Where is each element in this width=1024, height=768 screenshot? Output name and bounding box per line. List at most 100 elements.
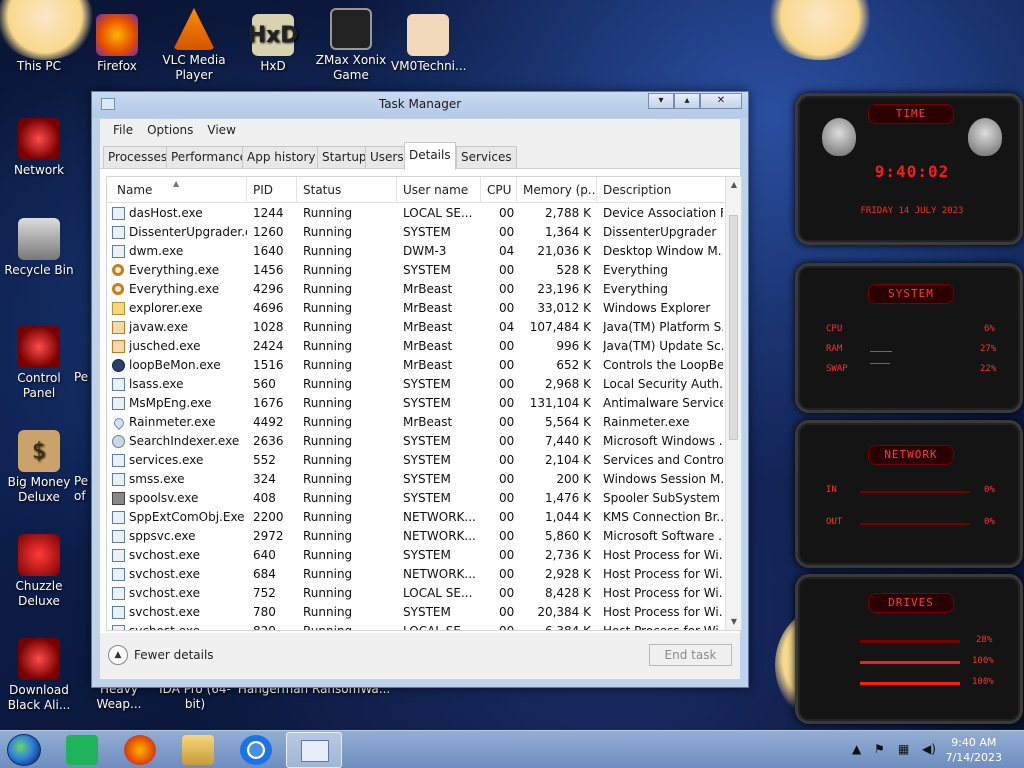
tab-details[interactable]: Details bbox=[404, 142, 456, 170]
ram-value: 27% bbox=[980, 344, 997, 354]
scroll-up-icon[interactable]: ▲ bbox=[726, 177, 741, 193]
column-header-name[interactable]: ▲ Name bbox=[107, 177, 247, 203]
process-java-icon bbox=[112, 340, 125, 353]
cell-pid: 2636 bbox=[253, 434, 284, 448]
cell-name: svchost.exe bbox=[129, 586, 200, 600]
show-hidden-icons-icon[interactable]: ▲ bbox=[852, 742, 861, 756]
firefox-icon bbox=[96, 14, 138, 56]
network-tray-icon[interactable]: ▦ bbox=[898, 742, 909, 756]
firefox-taskbar-icon[interactable] bbox=[124, 735, 156, 765]
cell-description: Everything bbox=[603, 282, 668, 296]
menu-view[interactable]: View bbox=[200, 123, 242, 137]
desktop-icon-network[interactable]: Network bbox=[2, 118, 76, 178]
column-header-cpu[interactable]: CPU bbox=[481, 177, 517, 203]
table-row[interactable]: svchost.exe 752 Running LOCAL SE... 00 8,428 … bbox=[107, 584, 727, 603]
cell-description: Device Association F... bbox=[603, 206, 723, 220]
desktop-icon-hxd[interactable]: HxD HxD bbox=[236, 14, 310, 74]
fewer-details-link[interactable]: Fewer details bbox=[134, 648, 214, 662]
table-row[interactable]: sppsvc.exe 2972 Running NETWORK... 00 5,860 K… bbox=[107, 527, 727, 546]
table-row[interactable]: lsass.exe 560 Running SYSTEM 00 2,968 K Local … bbox=[107, 375, 727, 394]
table-row[interactable]: dwm.exe 1640 Running DWM-3 04 21,036 K Desktop… bbox=[107, 242, 727, 261]
desktop-icon-big-money[interactable]: $ Big Money Deluxe bbox=[2, 430, 76, 505]
table-row[interactable]: smss.exe 324 Running SYSTEM 00 200 K Windows S… bbox=[107, 470, 727, 489]
table-row[interactable]: svchost.exe 640 Running SYSTEM 00 2,736 K Host… bbox=[107, 546, 727, 565]
desktop-icon-control-panel[interactable]: Control Panel bbox=[2, 326, 76, 401]
close-button[interactable]: ✕ bbox=[700, 93, 742, 109]
tab-performance[interactable]: Performance bbox=[166, 146, 253, 168]
table-row[interactable]: svchost.exe 820 Running LOCAL SE... 00 6,384 … bbox=[107, 622, 727, 630]
file-explorer-icon[interactable] bbox=[182, 735, 214, 765]
menu-file[interactable]: File bbox=[106, 123, 140, 137]
notes-app-icon[interactable] bbox=[66, 735, 98, 765]
table-row[interactable]: explorer.exe 4696 Running MrBeast 00 33,012 K… bbox=[107, 299, 727, 318]
desktop-icon-download-black[interactable]: Download Black Ali... bbox=[2, 638, 76, 713]
cell-pid: 4492 bbox=[253, 415, 284, 429]
table-row[interactable]: SppExtComObj.Exe 2200 Running NETWORK... 00 1… bbox=[107, 508, 727, 527]
table-row[interactable]: svchost.exe 780 Running SYSTEM 00 20,384 K Hos… bbox=[107, 603, 727, 622]
taskbar-clock[interactable]: 9:40 AM 7/14/2023 bbox=[946, 735, 1002, 765]
cell-user-name: SYSTEM bbox=[403, 605, 451, 619]
process-search-icon bbox=[112, 283, 124, 295]
scrollbar-thumb[interactable] bbox=[729, 215, 738, 440]
minimize-button[interactable]: ▾ bbox=[648, 93, 674, 109]
table-row[interactable]: services.exe 552 Running SYSTEM 00 2,104 K Ser… bbox=[107, 451, 727, 470]
tab-startup[interactable]: Startup bbox=[317, 146, 372, 168]
table-row[interactable]: dasHost.exe 1244 Running LOCAL SE... 00 2,788… bbox=[107, 204, 727, 223]
process-java-icon bbox=[112, 321, 125, 334]
cell-name: dasHost.exe bbox=[129, 206, 203, 220]
column-header-memory[interactable]: Memory (p... bbox=[517, 177, 597, 203]
cell-name: lsass.exe bbox=[129, 377, 184, 391]
chevron-up-icon[interactable]: ▲ bbox=[108, 645, 128, 665]
table-row[interactable]: DissenterUpgrader.exe 1260 Running SYSTEM 00… bbox=[107, 223, 727, 242]
table-row[interactable]: SearchIndexer.exe 2636 Running SYSTEM 00 7,44… bbox=[107, 432, 727, 451]
column-header-user-name[interactable]: User name bbox=[397, 177, 481, 203]
tab-processes[interactable]: Processes bbox=[103, 146, 173, 168]
title-bar[interactable]: Task Manager ▾ ▴ ✕ bbox=[92, 92, 748, 118]
start-button[interactable] bbox=[7, 734, 41, 766]
table-row[interactable]: Rainmeter.exe 4492 Running MrBeast 00 5,564 K… bbox=[107, 413, 727, 432]
drive-1-value: 28% bbox=[976, 635, 993, 645]
cell-cpu: 00 bbox=[499, 548, 515, 562]
task-manager-taskbar-button[interactable] bbox=[286, 732, 342, 768]
scroll-down-icon[interactable]: ▼ bbox=[726, 614, 741, 630]
cell-status: Running bbox=[303, 548, 353, 562]
table-row[interactable]: Everything.exe 1456 Running SYSTEM 00 528 K Ev… bbox=[107, 261, 727, 280]
desktop-icon-recycle-bin[interactable]: Recycle Bin bbox=[2, 218, 76, 278]
flag-icon[interactable]: ⚑ bbox=[874, 742, 885, 756]
table-row[interactable]: svchost.exe 684 Running NETWORK... 00 2,928 K… bbox=[107, 565, 727, 584]
menu-options[interactable]: Options bbox=[140, 123, 200, 137]
cell-name: SppExtComObj.Exe bbox=[129, 510, 245, 524]
desktop-icon-zmax[interactable]: ZMax Xonix Game bbox=[314, 8, 388, 83]
table-row[interactable]: MsMpEng.exe 1676 Running SYSTEM 00 131,104 K A… bbox=[107, 394, 727, 413]
table-row[interactable]: jusched.exe 2424 Running MrBeast 00 996 K Java… bbox=[107, 337, 727, 356]
cell-memory: 2,104 K bbox=[544, 453, 591, 467]
chrome-taskbar-icon[interactable] bbox=[240, 735, 272, 765]
cell-name: svchost.exe bbox=[129, 605, 200, 619]
drive-bar-1 bbox=[860, 640, 960, 643]
desktop-icon-chuzzle[interactable]: Chuzzle Deluxe bbox=[2, 534, 76, 609]
column-header-pid[interactable]: PID bbox=[247, 177, 297, 203]
desktop-icon-vlc[interactable]: VLC Media Player bbox=[157, 8, 231, 83]
table-row[interactable]: spoolsv.exe 408 Running SYSTEM 00 1,476 K Spoo… bbox=[107, 489, 727, 508]
process-window-icon bbox=[112, 625, 125, 630]
table-row[interactable]: javaw.exe 1028 Running MrBeast 04 107,484 K Ja… bbox=[107, 318, 727, 337]
cell-cpu: 00 bbox=[499, 510, 515, 524]
desktop-icon-firefox[interactable]: Firefox bbox=[80, 14, 154, 74]
cell-name: sppsvc.exe bbox=[129, 529, 196, 543]
tab-users[interactable]: Users bbox=[365, 146, 409, 168]
tab-services[interactable]: Services bbox=[456, 146, 517, 168]
maximize-button[interactable]: ▴ bbox=[674, 93, 700, 109]
column-header-description[interactable]: Description bbox=[597, 177, 727, 203]
cell-description: Microsoft Windows ... bbox=[603, 434, 723, 448]
desktop-icon-vm0techni[interactable]: VM0Techni... bbox=[391, 14, 466, 74]
volume-icon[interactable]: ◀) bbox=[922, 742, 936, 756]
column-header-status[interactable]: Status bbox=[297, 177, 397, 203]
table-row[interactable]: Everything.exe 4296 Running MrBeast 00 23,196… bbox=[107, 280, 727, 299]
end-task-button[interactable]: End task bbox=[649, 644, 732, 666]
swap-graph-line bbox=[870, 363, 890, 364]
tab-app-history[interactable]: App history bbox=[242, 146, 321, 168]
cell-memory: 2,788 K bbox=[544, 206, 591, 220]
vertical-scrollbar[interactable]: ▲ ▼ bbox=[725, 177, 741, 630]
desktop-icon-this-pc[interactable]: This PC bbox=[2, 14, 76, 74]
table-row[interactable]: loopBeMon.exe 1516 Running MrBeast 00 652 K Co… bbox=[107, 356, 727, 375]
